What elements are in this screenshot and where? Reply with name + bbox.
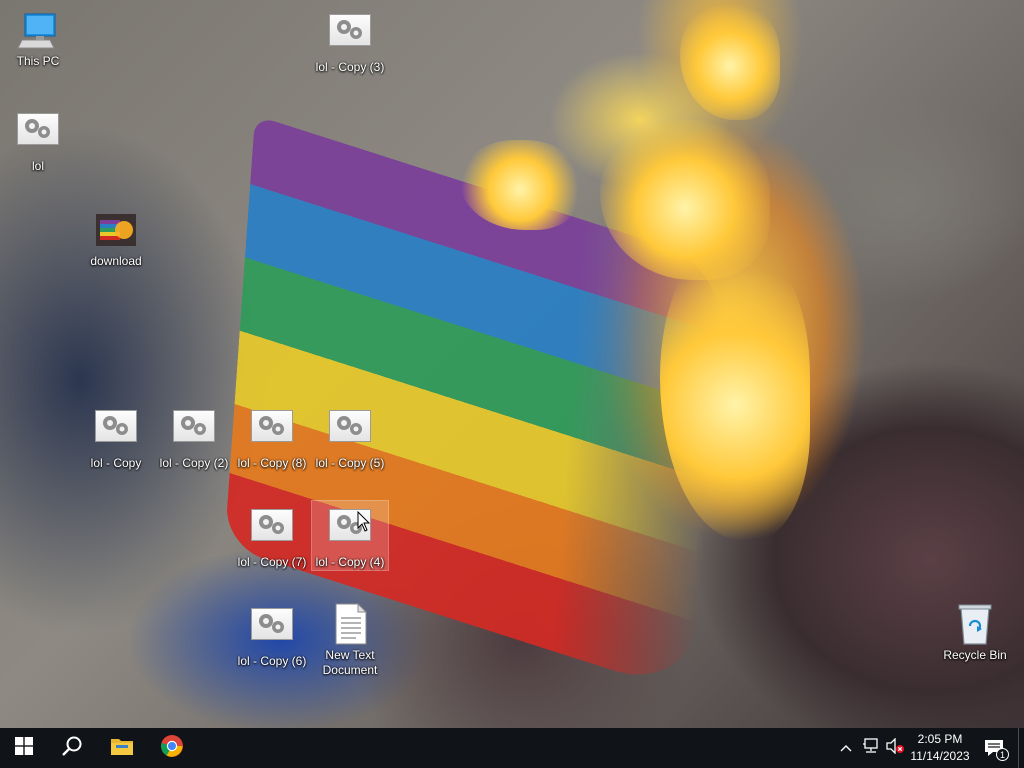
taskbar-google-chrome[interactable] xyxy=(148,728,196,768)
config-file-icon xyxy=(94,410,138,454)
icon-label: lol - Copy xyxy=(90,456,142,470)
recycle-bin-icon xyxy=(953,602,997,646)
config-file-icon xyxy=(250,509,294,553)
notifications-icon: 1 xyxy=(983,738,1009,761)
volume-muted-icon xyxy=(885,736,905,759)
desktop-icon-lol-copy-4[interactable]: lol - Copy (4) xyxy=(311,500,389,571)
config-file-icon xyxy=(250,410,294,454)
config-file-icon xyxy=(328,14,372,58)
config-file-icon xyxy=(328,410,372,454)
show-hidden-icons-button[interactable] xyxy=(836,728,856,768)
icon-label: Recycle Bin xyxy=(943,648,1007,662)
clock-time: 2:05 PM xyxy=(917,732,963,746)
icon-label: New Text Document xyxy=(322,648,378,677)
network-icon xyxy=(862,737,880,759)
icon-label: lol - Copy (4) xyxy=(315,555,385,569)
icon-label: lol - Copy (5) xyxy=(315,456,385,470)
chrome-icon xyxy=(160,734,184,763)
desktop-icon-recycle-bin[interactable]: Recycle Bin xyxy=(937,600,1013,663)
icon-label: This PC xyxy=(16,54,60,68)
search-button[interactable] xyxy=(48,728,96,768)
desktop-icon-new-text-document[interactable]: New Text Document xyxy=(312,600,388,678)
wallpaper-flame xyxy=(680,0,780,120)
taskbar-clock[interactable]: 2:05 PM 11/14/2023 xyxy=(907,731,973,765)
desktop[interactable]: This PC lol download lol - Copy (3) lol … xyxy=(0,0,1024,728)
icon-label: download xyxy=(90,254,142,268)
desktop-icon-lol-copy-8[interactable]: lol - Copy (8) xyxy=(234,402,310,471)
this-pc-icon xyxy=(16,8,60,52)
icon-label: lol - Copy (2) xyxy=(159,456,229,470)
windows-start-icon xyxy=(15,736,33,760)
desktop-icon-lol-copy-2[interactable]: lol - Copy (2) xyxy=(156,402,232,471)
search-icon xyxy=(61,735,83,762)
mouse-cursor-icon xyxy=(357,510,371,538)
action-center-button[interactable]: 1 xyxy=(978,728,1010,768)
folder-icon xyxy=(110,736,134,761)
clock-date: 11/14/2023 xyxy=(910,749,970,763)
text-document-icon xyxy=(328,602,372,646)
desktop-icon-this-pc[interactable]: This PC xyxy=(0,6,76,69)
icon-label: lol - Copy (8) xyxy=(237,456,307,470)
config-file-icon xyxy=(172,410,216,454)
icon-label: lol - Copy (7) xyxy=(237,555,307,569)
image-file-icon xyxy=(94,208,138,252)
desktop-icon-lol-copy-6[interactable]: lol - Copy (6) xyxy=(234,600,310,669)
desktop-icon-download[interactable]: download xyxy=(78,206,154,269)
volume-button[interactable] xyxy=(884,728,906,768)
network-button[interactable] xyxy=(860,728,882,768)
notification-count-badge: 1 xyxy=(996,748,1009,761)
desktop-icon-lol[interactable]: lol xyxy=(0,105,76,174)
icon-label: lol - Copy (6) xyxy=(237,654,307,668)
desktop-icon-lol-copy-5[interactable]: lol - Copy (5) xyxy=(312,402,388,471)
config-file-icon xyxy=(16,113,60,157)
taskbar-file-explorer[interactable] xyxy=(98,728,146,768)
taskbar: 2:05 PM 11/14/2023 1 xyxy=(0,728,1024,768)
desktop-icon-lol-copy[interactable]: lol - Copy xyxy=(78,402,154,471)
chevron-up-icon xyxy=(840,739,852,757)
start-button[interactable] xyxy=(0,728,48,768)
config-file-icon xyxy=(250,608,294,652)
icon-label: lol - Copy (3) xyxy=(315,60,385,74)
show-desktop-button[interactable] xyxy=(1018,728,1024,768)
desktop-icon-lol-copy-7[interactable]: lol - Copy (7) xyxy=(234,501,310,570)
desktop-icon-lol-copy-3[interactable]: lol - Copy (3) xyxy=(312,6,388,75)
icon-label: lol xyxy=(31,159,44,173)
